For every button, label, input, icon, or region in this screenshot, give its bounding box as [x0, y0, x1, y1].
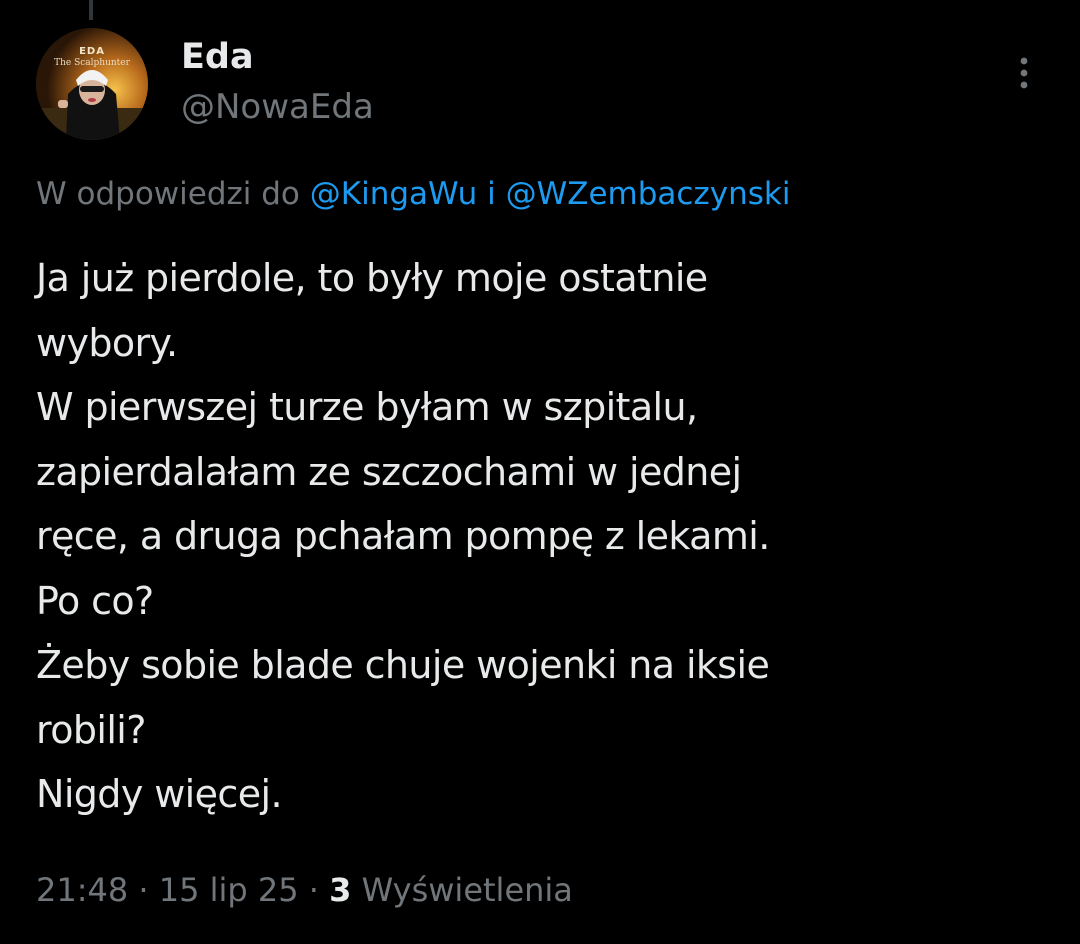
tweet-line: zapierdalałam ze szczochami w jednej	[36, 449, 742, 494]
reply-prefix: W odpowiedzi do	[36, 176, 300, 212]
avatar-logo-subtitle: The Scalphunter	[54, 58, 130, 68]
views-label: Wyświetlenia	[361, 871, 573, 909]
more-options-button[interactable]	[1004, 50, 1044, 96]
mention-link-kingawu[interactable]: @KingaWu	[310, 176, 477, 212]
tweet-date[interactable]: 15 lip 25	[159, 871, 299, 909]
tweet-metadata: 21:48 · 15 lip 25 · 3 Wyświetlenia	[36, 866, 573, 914]
tweet-line: Ja już pierdole, to były moje ostatnie	[36, 256, 708, 300]
tweet-time[interactable]: 21:48	[36, 871, 128, 909]
tweet-line: wybory.	[36, 320, 178, 365]
mention-link-wzembaczynski[interactable]: @WZembaczynski	[506, 176, 791, 212]
avatar-logo-title: EDA	[79, 46, 105, 57]
tweet-line: W pierwszej turze byłam w szpitalu,	[36, 385, 698, 429]
more-vertical-icon	[1020, 57, 1028, 89]
tweet-line: Po co?	[36, 578, 154, 623]
avatar-image	[36, 28, 148, 140]
views-count: 3	[329, 871, 352, 909]
author-handle[interactable]: @NowaEda	[181, 86, 374, 128]
tweet-line: robili?	[36, 707, 146, 752]
author-display-name[interactable]: Eda	[181, 36, 254, 78]
tweet-text: Ja już pierdole, to były moje ostatnie w…	[36, 246, 1046, 827]
reply-joiner: i	[487, 176, 496, 212]
tweet-line: ręce, a druga pchałam pompę z lekami.	[36, 514, 770, 558]
thread-connector-line	[89, 0, 93, 20]
avatar[interactable]: EDA The Scalphunter	[36, 28, 148, 140]
meta-separator: ·	[308, 871, 319, 909]
tweet-line: Nigdy więcej.	[36, 772, 283, 816]
meta-separator: ·	[138, 871, 149, 909]
tweet-line: Żeby sobie blade chuje wojenki na iksie	[36, 643, 770, 687]
reply-context: W odpowiedzi do @KingaWu i @WZembaczynsk…	[36, 172, 790, 216]
